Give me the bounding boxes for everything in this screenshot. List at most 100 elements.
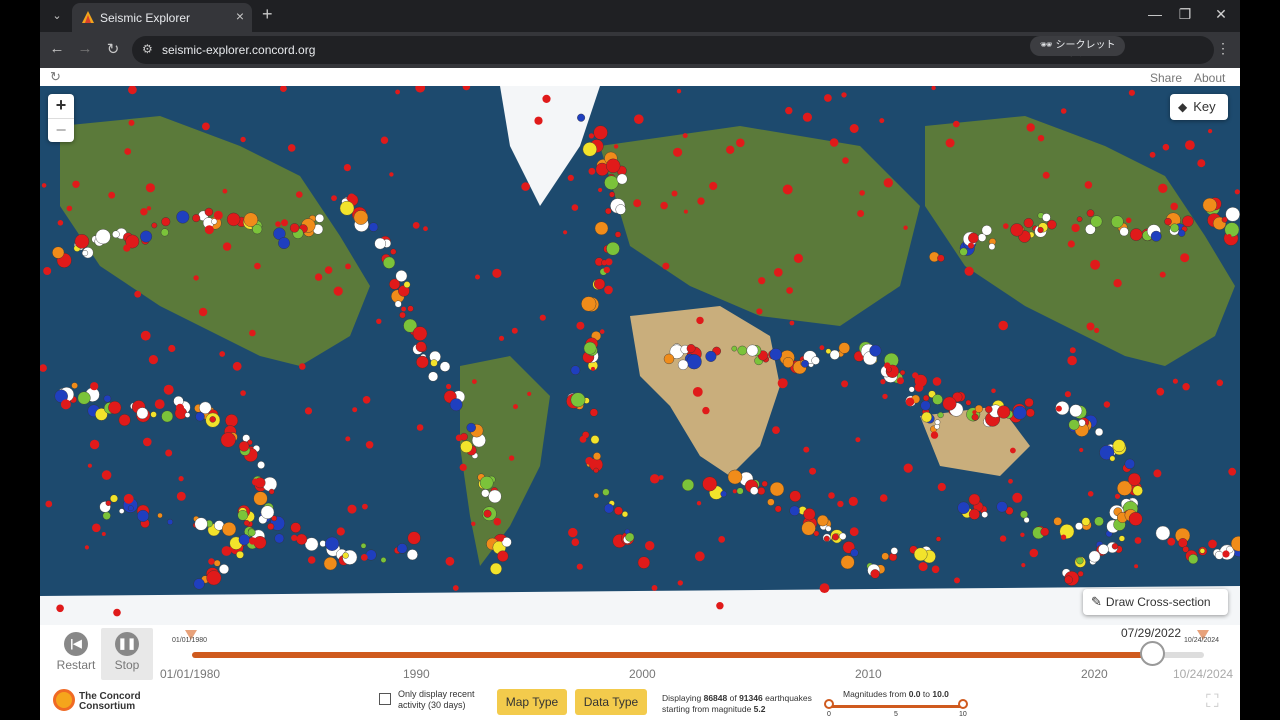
- earthquake-marker: [542, 94, 551, 103]
- about-link[interactable]: About: [1194, 71, 1225, 85]
- earthquake-marker: [315, 213, 325, 223]
- fullscreen-icon[interactable]: ⛶: [1206, 691, 1219, 712]
- minimize-icon[interactable]: —: [1140, 6, 1170, 22]
- earthquake-marker: [222, 242, 232, 251]
- draw-cross-section-button[interactable]: ✎ Draw Cross-section: [1083, 589, 1228, 615]
- start-mini-label: 01/01/1980: [172, 637, 208, 644]
- earthquake-marker: [1061, 534, 1067, 540]
- eurasia-land: [600, 126, 920, 326]
- earthquake-marker: [395, 270, 408, 282]
- timeline-track[interactable]: [192, 652, 1202, 658]
- magnitude-slider-track[interactable]: [830, 705, 964, 708]
- timeline-tick: 1990: [403, 667, 430, 681]
- south-america-land: [460, 356, 550, 566]
- share-link[interactable]: Share: [1150, 71, 1182, 85]
- earthquake-marker: [1012, 492, 1023, 503]
- timeline-handle[interactable]: [1140, 641, 1165, 666]
- zoom-in-button[interactable]: +: [48, 94, 74, 118]
- map-type-button[interactable]: Map Type: [497, 689, 567, 715]
- earthquake-marker: [462, 86, 471, 91]
- browser-menu-icon[interactable]: ⋮: [1216, 40, 1230, 57]
- earthquake-marker: [1221, 216, 1228, 223]
- earthquake-marker: [1114, 493, 1121, 499]
- earthquake-marker: [972, 410, 977, 415]
- earthquake-marker: [758, 277, 766, 285]
- earthquake-marker: [1026, 123, 1035, 132]
- earthquake-marker: [954, 577, 960, 584]
- earthquake-marker: [430, 359, 438, 367]
- earthquake-marker: [880, 379, 886, 385]
- earthquake-marker: [1081, 517, 1091, 526]
- earthquake-map[interactable]: + − ◆ Key ✎ Draw Cross-section: [40, 86, 1240, 625]
- earthquake-marker: [614, 506, 623, 516]
- new-tab-icon[interactable]: +: [262, 4, 273, 25]
- pause-icon: ❚❚: [115, 632, 139, 656]
- maximize-icon[interactable]: ❐: [1170, 6, 1200, 23]
- earthquake-marker: [102, 511, 111, 520]
- earthquake-marker: [899, 369, 906, 376]
- earthquake-marker: [727, 469, 743, 485]
- stop-button[interactable]: ❚❚ Stop: [101, 628, 153, 680]
- recent-activity-checkbox[interactable]: [379, 693, 391, 705]
- earthquake-marker: [1008, 478, 1013, 484]
- earthquake-marker: [590, 435, 600, 444]
- earthquake-marker: [238, 440, 250, 452]
- earthquake-marker: [128, 119, 135, 126]
- browser-tab[interactable]: Seismic Explorer ×: [72, 3, 252, 32]
- earthquake-marker: [971, 413, 979, 421]
- earthquake-marker: [813, 530, 820, 537]
- restart-button[interactable]: |◀ Restart: [50, 628, 102, 680]
- zoom-out-button[interactable]: −: [48, 118, 74, 142]
- earthquake-marker: [931, 86, 936, 91]
- key-button[interactable]: ◆ Key: [1170, 94, 1228, 120]
- earthquake-marker: [769, 348, 782, 361]
- earthquake-marker: [801, 359, 809, 368]
- earthquake-marker: [325, 536, 340, 551]
- earthquake-marker: [785, 106, 793, 115]
- earthquake-marker: [869, 344, 882, 357]
- earthquake-marker: [1149, 151, 1156, 158]
- earthquake-marker: [645, 541, 655, 551]
- timeline-start-date: 01/01/1980: [160, 667, 221, 681]
- close-tab-icon[interactable]: ×: [236, 8, 244, 24]
- earthquake-marker: [838, 342, 850, 354]
- earthquake-marker: [389, 172, 394, 177]
- earthquake-marker: [829, 349, 840, 360]
- earthquake-marker: [934, 419, 941, 426]
- reload-icon[interactable]: ↻: [50, 69, 61, 85]
- url-text[interactable]: seismic-explorer.concord.org: [162, 43, 315, 57]
- earthquake-marker: [1124, 458, 1136, 470]
- earthquake-marker: [840, 555, 855, 570]
- earthquake-marker: [881, 552, 890, 561]
- reload-page-icon[interactable]: ↻: [102, 40, 124, 58]
- earthquake-marker: [937, 254, 945, 262]
- earthquake-marker: [673, 147, 683, 157]
- earthquake-marker: [140, 230, 153, 243]
- data-type-button[interactable]: Data Type: [575, 689, 647, 715]
- concord-logo[interactable]: The Concord Consortium: [53, 689, 143, 715]
- earthquake-marker: [614, 231, 622, 238]
- earthquake-marker: [588, 167, 596, 175]
- earthquake-marker: [914, 383, 924, 392]
- close-window-icon[interactable]: ✕: [1206, 6, 1236, 23]
- earthquake-marker: [287, 144, 296, 152]
- tab-search-icon[interactable]: ⌄: [46, 6, 68, 26]
- site-info-icon[interactable]: ⚙: [142, 42, 153, 56]
- earthquake-marker: [497, 550, 509, 562]
- magnitude-max-knob[interactable]: [958, 699, 968, 709]
- earthquake-marker: [1134, 564, 1139, 569]
- earthquake-marker: [676, 89, 682, 94]
- earthquake-marker: [716, 602, 724, 610]
- back-icon[interactable]: ←: [46, 40, 68, 57]
- earthquake-marker: [662, 262, 670, 270]
- earthquake-marker: [57, 220, 64, 226]
- incognito-badge[interactable]: 🕶 シークレット: [1030, 36, 1126, 56]
- earthquake-marker: [252, 478, 259, 486]
- earthquake-marker: [709, 181, 718, 191]
- forward-icon[interactable]: →: [74, 40, 96, 57]
- earthquake-marker: [621, 511, 629, 518]
- restart-label: Restart: [56, 658, 96, 672]
- earthquake-marker: [87, 463, 92, 468]
- magnitude-min-knob[interactable]: [824, 699, 834, 709]
- earthquake-marker: [782, 357, 794, 368]
